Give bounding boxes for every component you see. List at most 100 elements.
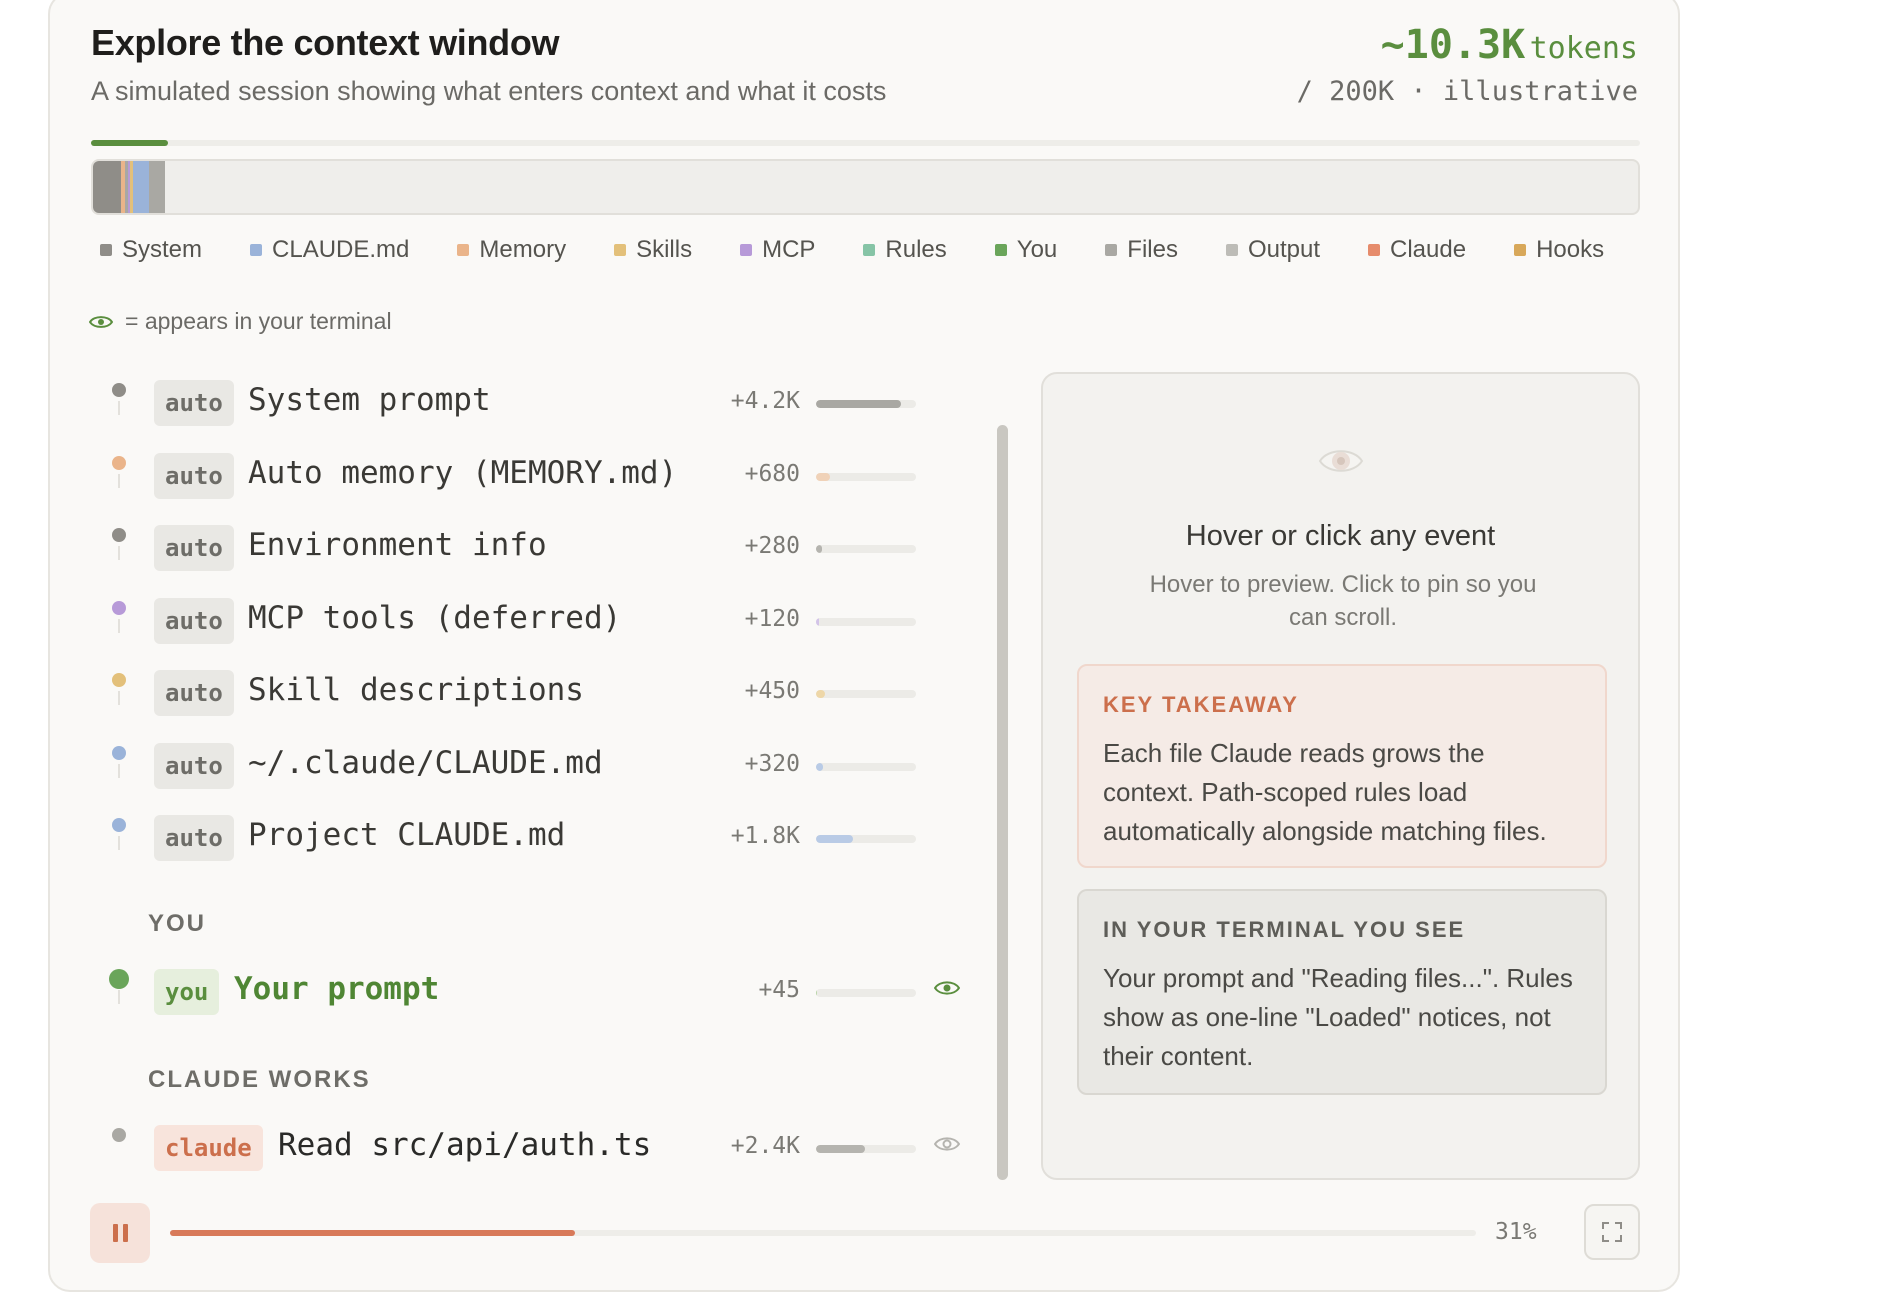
legend-swatch	[457, 244, 470, 256]
detail-hint: Hover to preview. Click to pin so you ca…	[1149, 571, 1537, 631]
segment-system[interactable]	[93, 161, 121, 213]
terminal-visibility-note: = appears in your terminal	[89, 308, 392, 335]
legend-swatch	[1368, 244, 1380, 256]
event-detail-panel: Hover or click any event Hover to previe…	[1041, 372, 1640, 1180]
event-cost-track	[816, 545, 916, 553]
section-claude-works: CLAUDE WORKS	[148, 1066, 371, 1093]
legend-swatch	[994, 244, 1007, 256]
event-row[interactable]: auto System prompt +4.2K	[100, 368, 990, 441]
token-total: ~10.3K tokens	[1381, 22, 1638, 68]
event-cost-track	[816, 400, 916, 408]
event-cost-fill	[816, 690, 825, 698]
event-row[interactable]: auto ~/.claude/CLAUDE.md +320	[100, 731, 990, 804]
event-label: Skill descriptions	[248, 672, 584, 708]
legend-item: Output	[1225, 236, 1320, 264]
event-dot	[112, 745, 126, 760]
legend-label: Claude	[1390, 236, 1467, 263]
event-dot	[112, 818, 126, 832]
event-cost-track	[816, 835, 916, 843]
event-cost-fill	[816, 762, 823, 771]
context-breakdown-bar[interactable]	[91, 159, 1640, 215]
eye-icon	[1318, 450, 1364, 472]
event-cost-fill	[816, 989, 817, 997]
legend-item: CLAUDE.md	[250, 236, 409, 264]
event-cost-track	[816, 472, 916, 481]
event-badge-auto: auto	[154, 525, 234, 571]
event-row[interactable]: auto Auto memory (MEMORY.md) +680	[100, 441, 990, 514]
pause-button[interactable]	[90, 1203, 150, 1263]
event-cost-fill	[816, 1145, 865, 1153]
timeline-scrollbar[interactable]	[997, 425, 1008, 1180]
event-token-count: +680	[744, 460, 800, 487]
event-cost-fill	[816, 835, 853, 843]
legend-label: CLAUDE.md	[272, 236, 410, 263]
usage-fill	[91, 140, 169, 146]
playback-progress[interactable]	[170, 1230, 1476, 1236]
event-token-count: +4.2K	[730, 388, 800, 414]
section-you: YOU	[148, 910, 207, 937]
event-dot	[112, 673, 126, 687]
legend-swatch	[863, 244, 876, 256]
event-token-count: +120	[744, 605, 800, 632]
event-cost-fill	[816, 400, 901, 408]
legend-item: MCP	[740, 236, 815, 264]
legend-swatch	[1514, 244, 1527, 256]
eye-outline-icon	[934, 1137, 960, 1151]
legend-swatch	[614, 244, 627, 256]
event-label: Project CLAUDE.md	[248, 817, 566, 853]
key-takeaway-box: KEY TAKEAWAY Each file Claude reads grow…	[1077, 664, 1607, 868]
event-row[interactable]: auto Skill descriptions +450	[100, 658, 990, 731]
event-label: Auto memory (MEMORY.md)	[248, 454, 678, 491]
event-row[interactable]: auto Environment info +280	[100, 513, 990, 586]
event-cost-track	[816, 989, 916, 997]
token-unit: tokens	[1529, 31, 1638, 66]
page-title: Explore the context window	[91, 22, 560, 63]
event-row-read-file[interactable]: claude Read src/api/auth.ts +2.4K	[100, 1113, 990, 1186]
terminal-title: IN YOUR TERMINAL YOU SEE	[1103, 917, 1466, 942]
event-badge-auto: auto	[154, 380, 234, 426]
event-dot	[109, 969, 129, 989]
event-cost-track	[816, 617, 916, 626]
event-row[interactable]: auto Project CLAUDE.md +1.8K	[100, 803, 990, 876]
event-cost-track	[816, 762, 916, 771]
playback-progress-fill	[170, 1230, 575, 1236]
terminal-text: Your prompt and "Reading files...". Rule…	[1103, 963, 1573, 1071]
eye-icon	[934, 981, 960, 995]
legend-item: You	[994, 236, 1058, 264]
event-dot	[112, 600, 126, 615]
segment-claude-md-project[interactable]	[135, 161, 149, 213]
event-cost-fill	[816, 545, 822, 553]
event-dot	[112, 383, 126, 397]
event-cost-track	[816, 1145, 916, 1153]
event-badge-auto: auto	[154, 742, 234, 789]
legend-swatch	[250, 244, 263, 256]
usage-track	[91, 140, 1640, 146]
event-label: System prompt	[248, 382, 491, 418]
legend-item: Rules	[863, 236, 947, 264]
event-label: Read src/api/auth.ts	[278, 1127, 652, 1163]
legend-label: Rules	[885, 236, 947, 263]
event-row[interactable]: auto MCP tools (deferred) +120	[100, 586, 990, 659]
legend-swatch	[740, 244, 753, 256]
terminal-preview-box: IN YOUR TERMINAL YOU SEE Your prompt and…	[1077, 889, 1607, 1095]
fullscreen-icon	[1602, 1222, 1622, 1242]
legend-label: MCP	[762, 236, 816, 263]
segment-files[interactable]	[149, 161, 165, 213]
legend-swatch	[1105, 244, 1118, 256]
legend-label: You	[1016, 236, 1058, 263]
legend-swatch	[100, 244, 112, 256]
legend-item: Hooks	[1514, 236, 1604, 264]
legend-label: Files	[1127, 236, 1178, 263]
event-cost-fill	[816, 617, 819, 626]
event-badge-claude: claude	[154, 1125, 263, 1171]
event-token-count: +2.4K	[730, 1133, 800, 1159]
event-you-wrap: you Your prompt +45	[100, 957, 990, 1030]
legend-item: Skills	[614, 236, 692, 264]
eye-note-text: = appears in your terminal	[125, 308, 392, 334]
detail-heading: Hover or click any event	[1185, 520, 1496, 552]
legend-item: Memory	[457, 236, 566, 264]
legend-label: System	[122, 236, 203, 263]
fullscreen-button[interactable]	[1584, 1204, 1640, 1260]
event-token-count: +1.8K	[730, 823, 800, 849]
event-row-your-prompt[interactable]: you Your prompt +45	[100, 957, 990, 1030]
